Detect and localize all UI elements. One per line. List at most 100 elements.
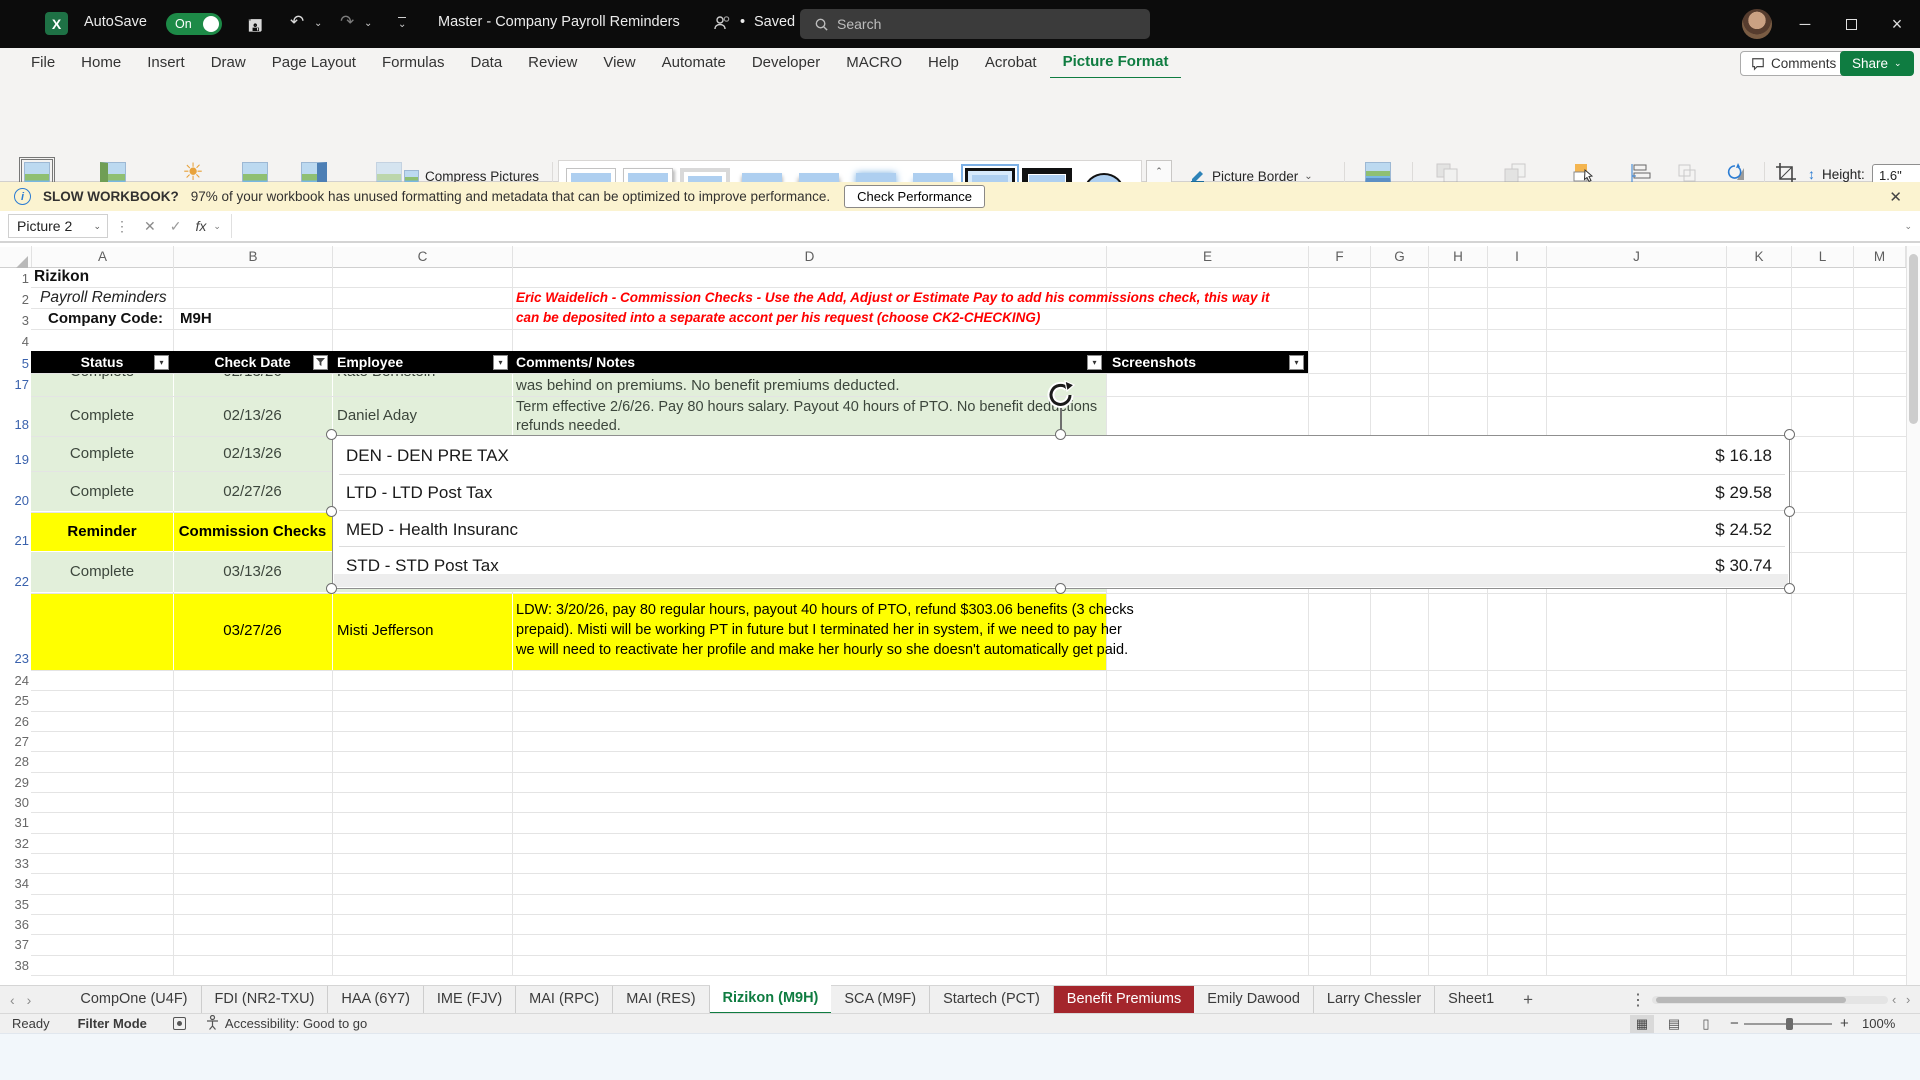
col-J[interactable]: J [1546, 246, 1726, 267]
selected-picture[interactable]: DEN - DEN PRE TAX $ 16.18 LTD - LTD Post … [332, 435, 1790, 589]
save-icon[interactable]: 🖪 [248, 13, 262, 42]
col-F[interactable]: F [1308, 246, 1370, 267]
tab-developer[interactable]: Developer [739, 48, 833, 78]
resize-handle-se[interactable] [1784, 583, 1795, 594]
tab-review[interactable]: Review [515, 48, 590, 78]
vertical-scrollbar[interactable] [1906, 246, 1920, 985]
name-box[interactable]: Picture 2 ⌄ [8, 214, 108, 238]
row-5[interactable]: 5 [0, 356, 29, 371]
tab-data[interactable]: Data [457, 48, 515, 78]
sheet-tab-fdi[interactable]: FDI (NR2-TXU) [202, 986, 329, 1013]
resize-handle-w[interactable] [326, 506, 337, 517]
table-row-17[interactable]: Complete 02/13/26 Kate Bernstein was beh… [31, 374, 1106, 396]
note-eric-line2[interactable]: can be deposited into a separate accont … [516, 310, 1040, 325]
resize-handle-nw[interactable] [326, 429, 337, 440]
header-screenshots[interactable]: Screenshots [1112, 351, 1196, 373]
hscroll-left-icon[interactable]: ‹ [1892, 992, 1896, 1007]
row-18[interactable]: 18 [0, 417, 29, 432]
row-2[interactable]: 2 [0, 292, 29, 307]
excel-logo-icon[interactable]: X [45, 12, 68, 35]
zoom-level[interactable]: 100% [1862, 1016, 1895, 1031]
row-35[interactable]: 35 [0, 897, 29, 912]
tab-draw[interactable]: Draw [198, 48, 259, 78]
tabs-scroll-right-icon[interactable]: › [25, 992, 42, 1008]
qat-customize-icon[interactable]: ⌄ [398, 17, 407, 30]
hscroll-right-icon[interactable]: › [1906, 992, 1910, 1007]
people-icon[interactable] [712, 13, 732, 38]
row-19[interactable]: 19 [0, 452, 29, 467]
status-accessibility[interactable]: Accessibility: Good to go [225, 1016, 367, 1031]
col-L[interactable]: L [1791, 246, 1853, 267]
table-row-18[interactable]: Complete 02/13/26 Daniel Aday Term effec… [31, 397, 1106, 436]
formula-expand-icon[interactable]: ⌄ [1904, 221, 1912, 232]
saved-status[interactable]: Saved [754, 14, 795, 30]
col-E[interactable]: E [1106, 246, 1308, 267]
row-29[interactable]: 29 [0, 775, 29, 790]
row-36[interactable]: 36 [0, 917, 29, 932]
resize-handle-ne[interactable] [1784, 429, 1795, 440]
sheet-tab-compone[interactable]: CompOne (U4F) [67, 986, 202, 1013]
macro-record-icon[interactable] [172, 1017, 186, 1030]
cancel-icon[interactable]: ✕ [137, 218, 163, 235]
titlebar-search[interactable]: Search [800, 9, 1150, 39]
sheet-tab-haa[interactable]: HAA (6Y7) [328, 986, 424, 1013]
col-D[interactable]: D [512, 246, 1106, 267]
fx-icon[interactable]: fx [188, 218, 213, 234]
undo-icon[interactable]: ↶ [290, 12, 304, 32]
tab-formulas[interactable]: Formulas [369, 48, 458, 78]
tab-insert[interactable]: Insert [134, 48, 198, 78]
tabs-scroll-left-icon[interactable]: ‹ [0, 992, 25, 1008]
col-A[interactable]: A [31, 246, 173, 267]
maximize-button[interactable] [1828, 0, 1874, 48]
share-button[interactable]: Share ⌄ [1840, 51, 1914, 76]
row-37[interactable]: 37 [0, 937, 29, 952]
row-23[interactable]: 23 [0, 651, 29, 666]
sheet-tab-larry-chessler[interactable]: Larry Chessler [1314, 986, 1436, 1013]
sheet-tab-benefit-premiums[interactable]: Benefit Premiums [1053, 986, 1195, 1013]
zoom-in-icon[interactable]: + [1840, 1015, 1849, 1032]
tab-automate[interactable]: Automate [649, 48, 739, 78]
row-17[interactable]: 17 [0, 377, 29, 392]
row-25[interactable]: 25 [0, 693, 29, 708]
tab-help[interactable]: Help [915, 48, 972, 78]
sheet-tab-rizikon-active[interactable]: Rizikon (M9H) [709, 984, 832, 1015]
tab-home[interactable]: Home [68, 48, 134, 78]
view-normal-icon[interactable]: ▦ [1630, 1014, 1654, 1033]
table-row-23[interactable]: 03/27/26 Misti Jefferson LDW: 3/20/26, p… [31, 594, 1134, 670]
minimize-button[interactable]: ─ [1782, 0, 1828, 48]
sheet-tab-mai-res[interactable]: MAI (RES) [613, 986, 710, 1013]
tab-acrobat[interactable]: Acrobat [972, 48, 1050, 78]
row-26[interactable]: 26 [0, 714, 29, 729]
row-20[interactable]: 20 [0, 493, 29, 508]
autosave-toggle[interactable]: On [166, 13, 222, 35]
cell-A2-subtitle[interactable]: Payroll Reminders [40, 289, 167, 307]
row-4[interactable]: 4 [0, 334, 29, 349]
row-3[interactable]: 3 [0, 313, 29, 328]
undo-chevron-icon[interactable]: ⌄ [314, 18, 322, 29]
comments-button[interactable]: Comments [1740, 51, 1848, 76]
header-check-date[interactable]: Check Date [173, 351, 332, 373]
tab-picture-format[interactable]: Picture Format [1049, 47, 1182, 79]
header-comments[interactable]: Comments/ Notes [516, 351, 635, 373]
col-B[interactable]: B [173, 246, 332, 267]
zoom-slider-thumb[interactable] [1786, 1018, 1793, 1030]
resize-handle-e[interactable] [1784, 506, 1795, 517]
row-31[interactable]: 31 [0, 815, 29, 830]
enter-icon[interactable]: ✓ [163, 218, 189, 235]
tab-macro[interactable]: MACRO [833, 48, 915, 78]
row-34[interactable]: 34 [0, 876, 29, 891]
row-24[interactable]: 24 [0, 673, 29, 688]
tab-options-icon[interactable]: ⋮ [1630, 990, 1646, 1010]
sheet-tab-mai-rpc[interactable]: MAI (RPC) [516, 986, 614, 1013]
sheet-tab-sheet1[interactable]: Sheet1 [1435, 986, 1507, 1013]
cell-company-code-label[interactable]: Company Code: [31, 310, 163, 327]
vertical-scrollbar-thumb[interactable] [1909, 254, 1918, 424]
cell-A1-title[interactable]: Rizikon [34, 268, 89, 286]
horizontal-scrollbar[interactable] [1652, 996, 1888, 1004]
row-38[interactable]: 38 [0, 958, 29, 973]
horizontal-scrollbar-thumb[interactable] [1656, 997, 1846, 1003]
cell-company-code-value[interactable]: M9H [180, 310, 212, 327]
resize-handle-n[interactable] [1055, 429, 1066, 440]
note-eric-line1[interactable]: Eric Waidelich - Commission Checks - Use… [516, 290, 1269, 305]
tab-page-layout[interactable]: Page Layout [259, 48, 369, 78]
